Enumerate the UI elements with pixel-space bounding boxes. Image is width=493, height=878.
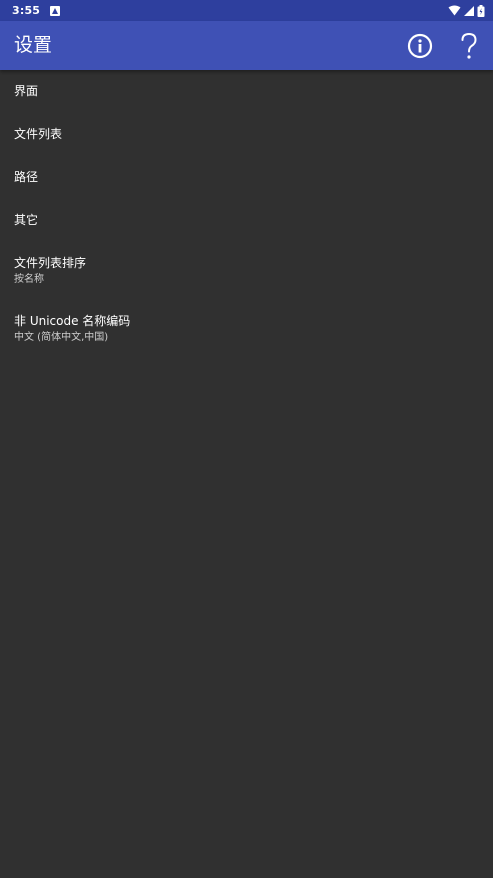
pref-title: 文件列表 (14, 127, 63, 141)
settings-screen: 3:55 设置 界面 文件列表 路径 其它 文件列表排序 按名称 非 Unico… (0, 0, 493, 878)
pref-interface[interactable]: 界面 (0, 70, 493, 113)
info-button[interactable] (405, 31, 435, 61)
pref-file-list-sort[interactable]: 文件列表排序 按名称 (0, 242, 493, 300)
app-bar: 设置 (0, 21, 493, 70)
pref-paths[interactable]: 路径 (0, 156, 493, 199)
pref-title: 路径 (14, 170, 39, 184)
battery-icon (477, 4, 485, 17)
status-bar: 3:55 (0, 0, 493, 21)
pref-title: 其它 (14, 213, 39, 227)
pref-other[interactable]: 其它 (0, 199, 493, 242)
pref-summary: 按名称 (14, 274, 44, 285)
pref-title: 文件列表排序 (14, 256, 87, 270)
page-title: 设置 (14, 34, 53, 56)
pref-title: 界面 (14, 84, 39, 98)
pref-title: 非 Unicode 名称编码 (14, 314, 131, 328)
notification-a-icon (50, 5, 61, 16)
pref-non-unicode-encoding[interactable]: 非 Unicode 名称编码 中文 (简体中文,中国) (0, 300, 493, 358)
help-icon (461, 32, 477, 59)
status-time: 3:55 (12, 4, 41, 17)
status-icons (448, 4, 485, 17)
info-icon (407, 33, 433, 59)
pref-summary: 中文 (简体中文,中国) (14, 332, 109, 343)
wifi-icon (448, 5, 461, 16)
signal-icon (464, 5, 474, 16)
pref-file-list[interactable]: 文件列表 (0, 113, 493, 156)
help-button[interactable] (454, 29, 484, 63)
